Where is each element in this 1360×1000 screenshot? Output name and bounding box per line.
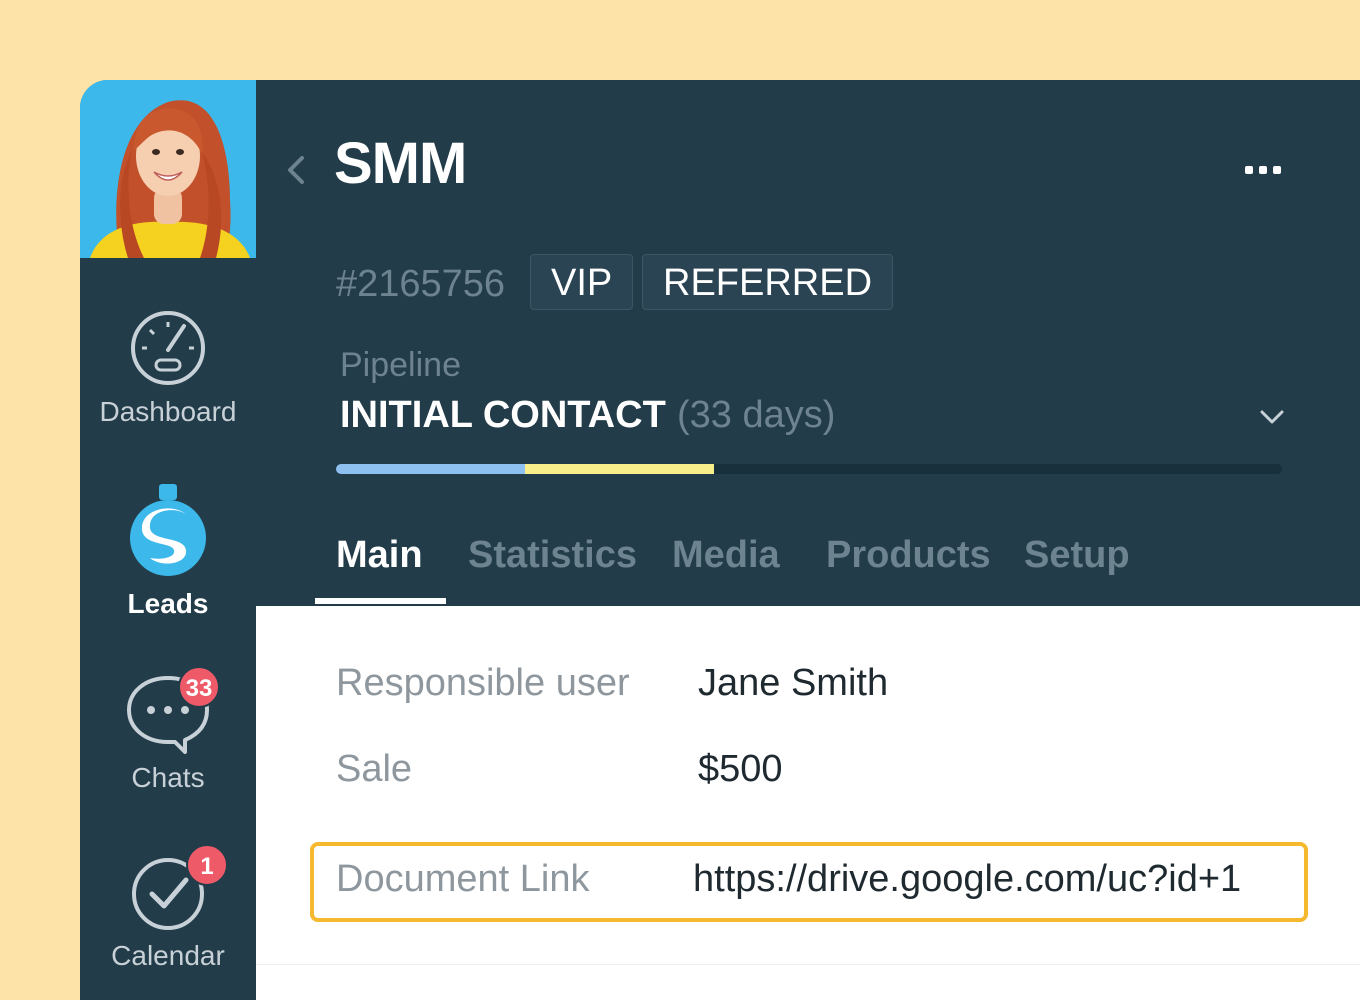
sidebar-item-leads[interactable]: Leads [80, 484, 256, 620]
sidebar-item-label: Calendar [111, 940, 225, 971]
pipeline-progress-bar [336, 464, 1282, 474]
lead-id: #2165756 [336, 263, 506, 305]
sidebar-item-chats[interactable]: Chats 33 [80, 666, 256, 794]
field-value-sale[interactable]: $500 [698, 748, 783, 791]
sidebar-item-dashboard[interactable]: Dashboard [80, 308, 256, 428]
pipeline-stage[interactable]: INITIAL CONTACT [340, 394, 666, 437]
divider [256, 964, 1360, 965]
progress-segment-1 [336, 464, 526, 474]
tab-setup[interactable]: Setup [1024, 530, 1130, 580]
field-label-responsible-user: Responsible user [336, 662, 630, 704]
main-tab-content: Responsible user Jane Smith Sale $500 Do… [256, 606, 1360, 1000]
page-title: SMM [334, 131, 467, 196]
tag-vip[interactable]: VIP [530, 254, 634, 310]
app-window: Dashboard Leads Chats 33 Calendar 1 SMM … [80, 80, 1360, 1000]
progress-segment-2 [525, 464, 715, 474]
lead-header: SMM #2165756 VIP REFERRED Pipeline INITI… [256, 80, 1360, 606]
unread-count-badge: 33 [178, 666, 220, 708]
field-label-document-link: Document Link [336, 858, 590, 900]
field-value-document-link[interactable]: https://drive.google.com/uc?id+1 [693, 858, 1241, 901]
field-label-sale: Sale [336, 748, 413, 790]
active-tab-indicator [315, 598, 446, 604]
chevron-left-icon[interactable] [284, 152, 308, 188]
sidebar-item-calendar[interactable]: Calendar 1 [80, 844, 256, 972]
tab-products[interactable]: Products [826, 530, 991, 580]
event-count-badge: 1 [186, 844, 228, 886]
dashboard-gauge-icon [131, 311, 205, 385]
sidebar-item-label: Dashboard [99, 396, 237, 427]
tag-referred[interactable]: REFERRED [642, 254, 894, 310]
more-dots-icon[interactable] [1243, 164, 1283, 176]
tab-media[interactable]: Media [672, 530, 780, 580]
pipeline-label: Pipeline [340, 346, 461, 384]
tab-main[interactable]: Main [336, 530, 423, 580]
avatar[interactable] [80, 80, 256, 258]
sidebar-item-label: Chats [131, 762, 205, 793]
tab-bar: Main Statistics Media Products Setup [256, 530, 1360, 606]
sidebar-item-label: Leads [127, 588, 209, 619]
leads-dollar-icon [130, 484, 206, 576]
tab-statistics[interactable]: Statistics [468, 530, 637, 580]
chevron-down-icon[interactable] [1258, 408, 1286, 426]
sidebar: Dashboard Leads Chats 33 Calendar 1 [80, 80, 256, 1000]
stage-duration: (33 days) [677, 394, 836, 436]
field-value-responsible-user[interactable]: Jane Smith [698, 662, 888, 705]
